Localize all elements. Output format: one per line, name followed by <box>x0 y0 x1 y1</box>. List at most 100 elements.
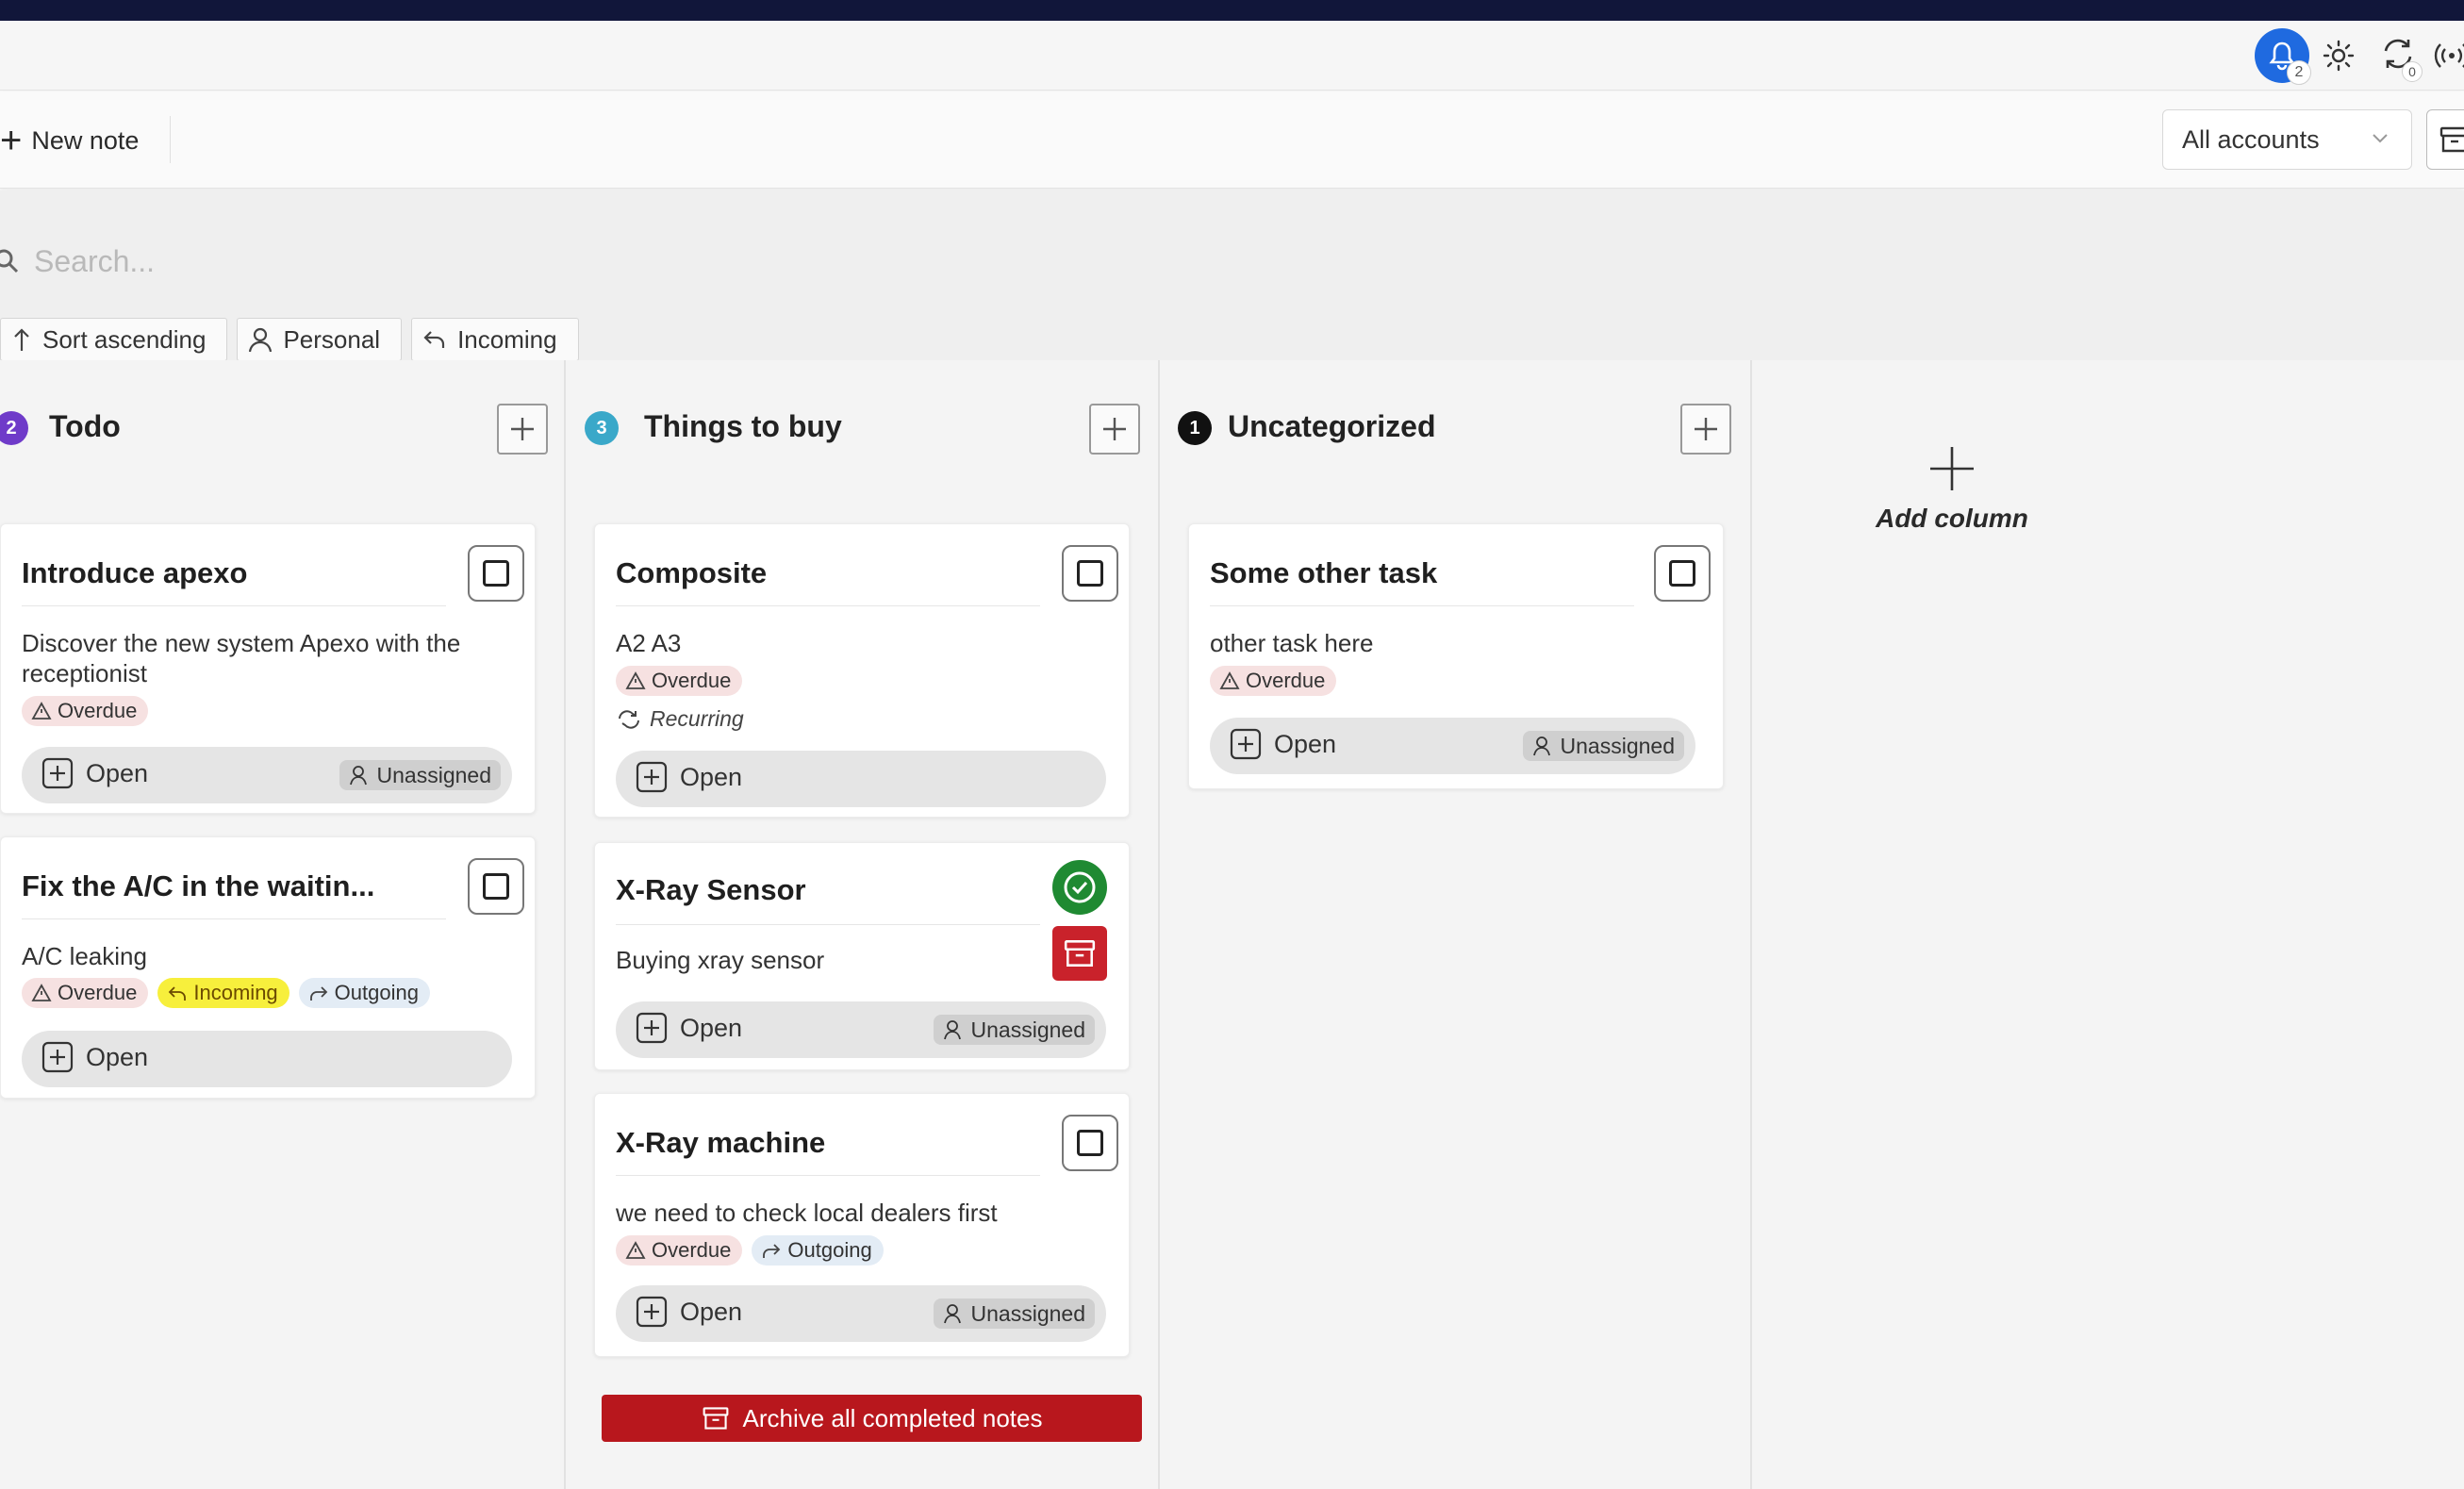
column-header: 1 Uncategorized <box>1162 398 1750 455</box>
sort-ascending-button[interactable]: Sort ascending <box>0 318 228 361</box>
tag-label: Overdue <box>58 699 138 722</box>
open-note-button[interactable]: Open <box>1229 727 1336 761</box>
column-header: 3 Things to buy <box>568 398 1158 455</box>
warning-icon <box>1219 671 1240 689</box>
card-footer: Open <box>616 751 1106 807</box>
recurring-indicator: Recurring <box>616 706 744 732</box>
repeat-icon <box>619 709 639 729</box>
complete-checkbox[interactable] <box>1062 1115 1118 1171</box>
open-label: Open <box>1274 729 1337 758</box>
title-bar: 2 0 <box>0 21 2464 91</box>
user-icon <box>943 1304 961 1324</box>
add-note-to-column-button[interactable] <box>497 404 548 455</box>
card-divider <box>22 605 446 606</box>
archive-icon <box>1064 940 1096 967</box>
open-label: Open <box>86 1042 149 1071</box>
warning-icon <box>625 1241 646 1259</box>
note-title: Fix the A/C in the waitin... <box>22 869 375 902</box>
incoming-filter-button[interactable]: Incoming <box>411 318 579 361</box>
add-note-to-column-button[interactable] <box>1680 404 1731 455</box>
overdue-tag: Overdue <box>1210 666 1337 696</box>
add-column-button[interactable]: Add column <box>1862 445 2042 549</box>
search-icon <box>0 249 19 273</box>
plus-icon: + <box>0 120 23 161</box>
open-plus-box-icon <box>41 1041 74 1073</box>
note-card[interactable]: X-Ray Sensor Buying xray sensor Open Una… <box>594 842 1130 1070</box>
open-note-button[interactable]: Open <box>635 1011 742 1045</box>
tag-label: Incoming <box>193 981 278 1004</box>
note-tags: Overdue Incoming Outgoing <box>22 978 430 1008</box>
outgoing-tag: Outgoing <box>298 978 430 1008</box>
note-description: Buying xray sensor <box>616 946 825 974</box>
account-select[interactable]: All accounts <box>2162 109 2412 170</box>
personal-filter-button[interactable]: Personal <box>237 318 403 361</box>
tag-label: Outgoing <box>334 981 419 1004</box>
note-card[interactable]: X-Ray machine we need to check local dea… <box>594 1093 1130 1357</box>
new-note-button[interactable]: + New note <box>0 120 139 161</box>
add-column-label: Add column <box>1876 504 2028 533</box>
note-tags: Overdue <box>22 696 149 726</box>
sort-ascending-label: Sort ascending <box>42 324 207 354</box>
open-note-button[interactable]: Open <box>635 760 742 794</box>
note-description: A/C leaking <box>22 942 147 970</box>
forward-icon <box>309 986 327 1001</box>
overdue-tag: Overdue <box>616 666 743 696</box>
card-divider <box>22 918 446 919</box>
search-filter-area: Sort ascending Personal Incoming <box>0 190 2464 361</box>
archive-note-button[interactable] <box>1052 926 1107 981</box>
note-card[interactable]: Introduce apexo Discover the new system … <box>0 523 536 814</box>
theme-toggle-button[interactable] <box>2318 21 2359 91</box>
complete-checkbox[interactable] <box>468 858 524 915</box>
note-title: Some other task <box>1210 556 1438 589</box>
open-label: Open <box>680 1013 743 1042</box>
note-card[interactable]: Some other task other task here Overdue … <box>1188 523 1724 789</box>
open-note-button[interactable]: Open <box>635 1295 742 1329</box>
open-plus-box-icon <box>41 757 74 789</box>
archive-all-completed-button[interactable]: Archive all completed notes <box>602 1395 1142 1442</box>
assignee-badge[interactable]: Unassigned <box>339 760 501 790</box>
column-title: Todo <box>49 409 121 443</box>
archive-view-button[interactable] <box>2426 109 2464 170</box>
note-description: we need to check local dealers first <box>616 1199 998 1227</box>
completed-button[interactable] <box>1052 860 1107 915</box>
complete-checkbox[interactable] <box>468 545 524 602</box>
assignee-badge[interactable]: Unassigned <box>933 1015 1095 1045</box>
note-tags: Overdue Outgoing <box>616 1235 884 1266</box>
note-title: X-Ray machine <box>616 1126 826 1159</box>
card-footer: Open <box>22 1031 512 1087</box>
column-count-badge: 1 <box>1178 411 1212 445</box>
complete-checkbox[interactable] <box>1062 545 1118 602</box>
column-header: 2 Todo <box>0 398 564 455</box>
connection-status-button[interactable] <box>2433 21 2464 91</box>
plus-icon <box>1930 447 1974 490</box>
complete-checkbox[interactable] <box>1654 545 1711 602</box>
sync-button[interactable]: 0 <box>2374 21 2425 91</box>
open-plus-box-icon <box>1230 728 1262 760</box>
note-tags: Overdue <box>1210 666 1337 696</box>
account-select-value: All accounts <box>2182 124 2320 154</box>
user-icon <box>943 1020 961 1040</box>
search-input[interactable] <box>34 236 883 287</box>
card-footer: Open Unassigned <box>22 747 512 803</box>
note-title: Composite <box>616 556 768 589</box>
assignee-badge[interactable]: Unassigned <box>933 1299 1095 1329</box>
incoming-filter-label: Incoming <box>457 324 557 354</box>
note-card[interactable]: Fix the A/C in the waitin... A/C leaking… <box>0 836 536 1099</box>
assignee-badge[interactable]: Unassigned <box>1522 731 1684 761</box>
note-title: Introduce apexo <box>22 556 248 589</box>
add-note-to-column-button[interactable] <box>1089 404 1140 455</box>
warning-icon <box>31 984 52 1001</box>
column-title: Uncategorized <box>1228 409 1436 443</box>
note-description: A2 A3 <box>616 629 682 657</box>
assignee-label: Unassigned <box>970 1017 1085 1042</box>
note-title: X-Ray Sensor <box>616 873 806 906</box>
notifications-button[interactable]: 2 <box>2254 21 2311 91</box>
arrow-up-icon <box>14 328 29 351</box>
open-plus-box-icon <box>636 1012 668 1044</box>
column-count-badge: 3 <box>585 411 619 445</box>
note-card[interactable]: Composite A2 A3 Overdue Recurring Open <box>594 523 1130 818</box>
open-note-button[interactable]: Open <box>41 1040 148 1074</box>
broadcast-icon <box>2434 43 2464 68</box>
new-note-label: New note <box>31 125 140 155</box>
open-note-button[interactable]: Open <box>41 756 148 790</box>
